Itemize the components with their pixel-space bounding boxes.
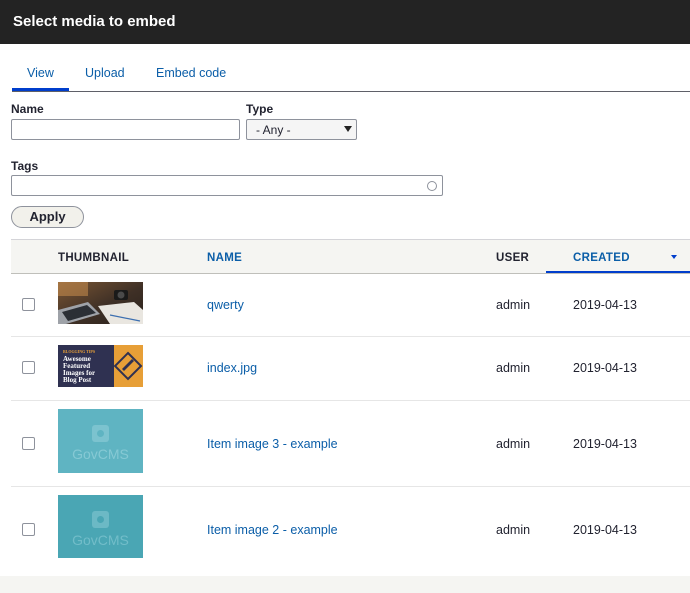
media-table: THUMBNAIL NAME USER CREATED qwerty admin… <box>11 239 690 572</box>
table-row: qwerty admin 2019-04-13 <box>11 274 690 337</box>
active-sort-indicator <box>546 271 690 273</box>
media-created-date: 2019-04-13 <box>573 298 637 312</box>
type-select[interactable]: - Any - <box>246 119 357 140</box>
column-header-created[interactable]: CREATED <box>573 252 630 264</box>
thumbnail-image[interactable]: BLOGGING TIPS Awesome Featured Images fo… <box>58 345 143 387</box>
table-row: BLOGGING TIPS Awesome Featured Images fo… <box>11 337 690 401</box>
media-user: admin <box>496 523 531 537</box>
row-checkbox[interactable] <box>22 361 35 374</box>
apply-button[interactable]: Apply <box>11 206 84 228</box>
thumbnail-image[interactable] <box>58 282 143 324</box>
govcms-logo-text: GovCMS <box>72 446 129 462</box>
media-name-link[interactable]: qwerty <box>207 298 244 312</box>
active-tab-indicator <box>12 88 69 91</box>
name-label: Name <box>11 102 44 116</box>
media-user: admin <box>496 361 531 375</box>
name-input[interactable] <box>11 119 240 140</box>
row-checkbox[interactable] <box>22 523 35 536</box>
table-header: THUMBNAIL NAME USER CREATED <box>11 239 690 274</box>
type-label: Type <box>246 102 274 116</box>
column-header-name[interactable]: NAME <box>207 252 242 264</box>
thumbnail-image[interactable]: GovCMS <box>58 409 143 473</box>
tags-input[interactable] <box>11 175 443 196</box>
thumbnail-image[interactable]: GovCMS <box>58 495 143 558</box>
dialog-footer <box>0 576 690 593</box>
media-created-date: 2019-04-13 <box>573 523 637 537</box>
media-created-date: 2019-04-13 <box>573 361 637 375</box>
media-name-link[interactable]: Item image 2 - example <box>207 523 338 537</box>
type-selected-value: - Any - <box>256 123 291 137</box>
dropdown-arrow-icon <box>344 126 352 132</box>
row-checkbox[interactable] <box>22 437 35 450</box>
tags-label: Tags <box>11 159 39 173</box>
govcms-logo-text: GovCMS <box>72 532 129 548</box>
tab-upload[interactable]: Upload <box>85 66 125 80</box>
autocomplete-icon <box>427 181 437 191</box>
tabs-bar: View Upload Embed code <box>12 44 690 92</box>
table-row: GovCMS Item image 3 - example admin 2019… <box>11 401 690 487</box>
dialog-title: Select media to embed <box>0 0 690 44</box>
column-header-user: USER <box>496 252 530 264</box>
sort-descending-icon[interactable] <box>671 255 677 259</box>
media-user: admin <box>496 437 531 451</box>
media-created-date: 2019-04-13 <box>573 437 637 451</box>
tab-view[interactable]: View <box>27 66 54 80</box>
media-user: admin <box>496 298 531 312</box>
thumbnail-line-4: Blog Post <box>63 376 92 384</box>
table-row: GovCMS Item image 2 - example admin 2019… <box>11 487 690 572</box>
column-header-thumbnail: THUMBNAIL <box>58 252 130 264</box>
row-checkbox[interactable] <box>22 298 35 311</box>
media-name-link[interactable]: index.jpg <box>207 361 257 375</box>
tab-embed-code[interactable]: Embed code <box>156 66 226 80</box>
media-name-link[interactable]: Item image 3 - example <box>207 437 338 451</box>
